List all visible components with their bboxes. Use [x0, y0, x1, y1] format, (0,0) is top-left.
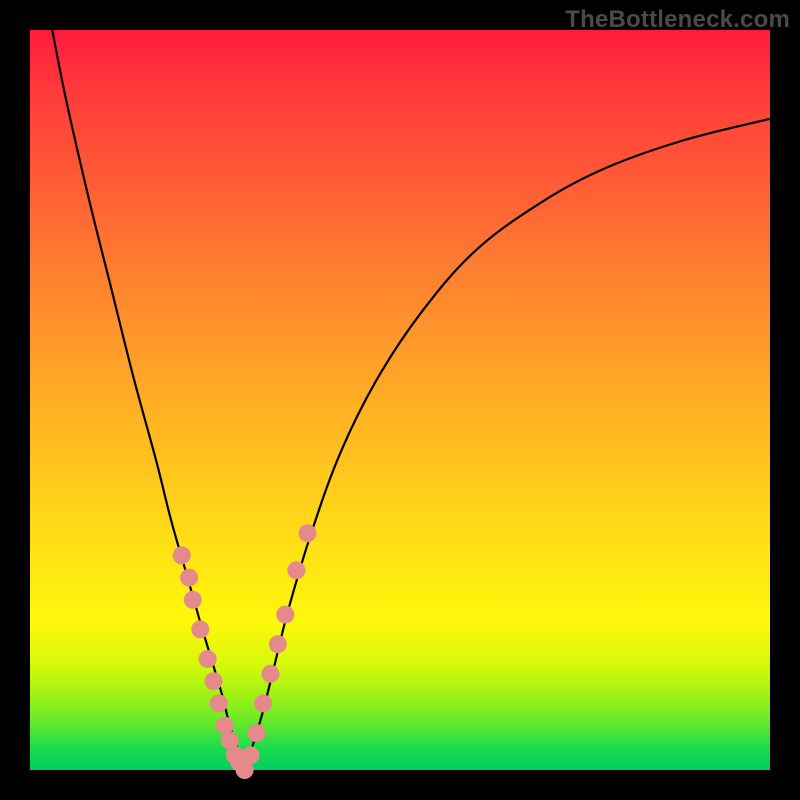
scatter-dot [287, 561, 305, 579]
plot-area [30, 30, 770, 770]
scatter-dot [254, 694, 272, 712]
scatter-dot [276, 606, 294, 624]
scatter-dot [191, 620, 209, 638]
chart-frame: TheBottleneck.com [0, 0, 800, 800]
scatter-dot [299, 524, 317, 542]
scatter-dot [242, 746, 260, 764]
scatter-dot [173, 546, 191, 564]
scatter-dot [269, 635, 287, 653]
curves-svg [30, 30, 770, 770]
scatter-dot [180, 569, 198, 587]
scatter-dot [262, 665, 280, 683]
scatter-dots [173, 524, 317, 779]
scatter-dot [210, 694, 228, 712]
right-curve [245, 119, 770, 770]
scatter-dot [199, 650, 217, 668]
scatter-dot [205, 672, 223, 690]
scatter-dot [184, 591, 202, 609]
scatter-dot [247, 724, 265, 742]
watermark-text: TheBottleneck.com [565, 6, 790, 34]
